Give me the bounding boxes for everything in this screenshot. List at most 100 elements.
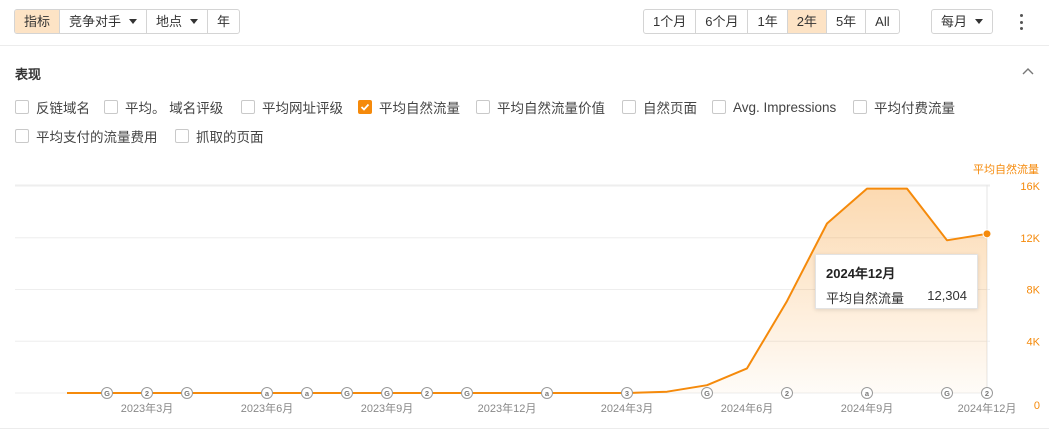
more-vertical-icon[interactable] — [1014, 12, 1028, 32]
event-marker[interactable]: a — [301, 387, 313, 399]
range-button-4[interactable]: 5年 — [825, 10, 865, 33]
event-marker[interactable]: a — [261, 387, 273, 399]
event-marker[interactable]: a — [541, 387, 553, 399]
event-marker[interactable]: 2 — [421, 387, 433, 399]
checkbox-icon[interactable] — [104, 100, 118, 114]
metric-option[interactable]: 平均自然流量 — [358, 98, 460, 116]
metric-label: 平均支付的流量费用 — [36, 130, 158, 145]
toolbar: 指标 竞争对手 地点 年 1个月 6个月 1年 2年 5年 All 每月 — [0, 0, 1049, 46]
event-marker[interactable]: 2 — [781, 387, 793, 399]
y-tick-label: 12K — [1020, 233, 1040, 245]
filter-button-1[interactable]: 竞争对手 — [59, 10, 146, 33]
event-marker-label: 2 — [785, 389, 789, 398]
event-marker[interactable]: G — [941, 387, 953, 399]
x-tick-label: 2024年9月 — [841, 401, 894, 415]
event-marker[interactable]: G — [181, 387, 193, 399]
event-marker-label: G — [944, 389, 950, 398]
y-axis-title: 平均自然流量 — [973, 162, 1039, 176]
checkbox-icon[interactable] — [15, 100, 29, 114]
filter-button-2[interactable]: 地点 — [146, 10, 207, 33]
metric-option[interactable]: 平均付费流量 — [853, 98, 955, 116]
checkbox-checked-icon[interactable] — [358, 100, 372, 114]
event-marker-label: 2 — [145, 389, 149, 398]
metric-label: 平均自然流量价值 — [497, 101, 605, 116]
range-button-3[interactable]: 2年 — [786, 10, 826, 33]
metric-label: 反链域名 — [36, 101, 90, 116]
x-tick-label: 2023年9月 — [361, 401, 414, 415]
range-button-1[interactable]: 6个月 — [695, 10, 747, 33]
event-marker-label: G — [104, 389, 110, 398]
range-button-0[interactable]: 1个月 — [644, 10, 695, 33]
range-button-5[interactable]: All — [865, 10, 898, 33]
event-marker-label: 2 — [985, 389, 989, 398]
filter-group: 指标 竞争对手 地点 年 — [14, 9, 241, 34]
checkbox-icon[interactable] — [853, 100, 867, 114]
tooltip-value: 12,304 — [927, 288, 967, 303]
metric-option[interactable]: 平均自然流量价值 — [476, 98, 605, 116]
range-button-label: 2年 — [796, 14, 817, 29]
x-tick-label: 2023年12月 — [478, 401, 537, 415]
checkbox-icon[interactable] — [175, 129, 189, 143]
tooltip-metric: 平均自然流量 — [826, 291, 905, 306]
section-title: 表现 — [15, 67, 42, 82]
metric-option[interactable]: 平均支付的流量费用 — [15, 127, 158, 145]
interval-select[interactable]: 每月 — [931, 9, 994, 34]
filter-button-label: 指标 — [24, 14, 51, 29]
x-tick-label: 2023年6月 — [241, 401, 294, 415]
metric-option[interactable]: 平均网址评级 — [241, 98, 343, 116]
event-marker[interactable]: 2 — [981, 387, 993, 399]
checkbox-icon[interactable] — [622, 100, 636, 114]
metric-label: 平均付费流量 — [874, 101, 955, 116]
event-marker[interactable]: G — [101, 387, 113, 399]
event-marker[interactable]: a — [861, 387, 873, 399]
interval-button[interactable]: 每月 — [932, 10, 992, 33]
checkbox-icon[interactable] — [712, 100, 726, 114]
event-marker-label: G — [344, 389, 350, 398]
event-marker-label: G — [704, 389, 710, 398]
range-button-label: 1年 — [757, 14, 778, 29]
metric-option[interactable]: 抓取的页面 — [175, 127, 264, 145]
data-point-highlight — [982, 229, 992, 239]
y-tick-label: 0 — [1034, 400, 1040, 412]
event-marker[interactable]: G — [701, 387, 713, 399]
event-marker[interactable]: G — [381, 387, 393, 399]
x-tick-label: 2024年12月 — [958, 401, 1017, 415]
checkbox-icon[interactable] — [15, 129, 29, 143]
filter-button-3[interactable]: 年 — [207, 10, 239, 33]
checkbox-icon[interactable] — [241, 100, 255, 114]
checkbox-icon[interactable] — [476, 100, 490, 114]
metric-option[interactable]: 反链域名 — [15, 98, 90, 116]
caret-down-icon — [190, 19, 199, 24]
event-marker-label: 2 — [425, 389, 429, 398]
event-marker[interactable]: G — [461, 387, 473, 399]
y-tick-label: 4K — [1027, 336, 1041, 348]
metric-label: 平均。 域名评级 — [125, 101, 224, 116]
tooltip-title: 2024年12月 — [826, 266, 896, 281]
x-tick-label: 2024年3月 — [601, 401, 654, 415]
event-marker[interactable]: G — [341, 387, 353, 399]
filter-button-label: 竞争对手 — [69, 14, 122, 29]
x-tick-label: 2024年6月 — [721, 401, 774, 415]
metric-label: 抓取的页面 — [196, 130, 264, 145]
metric-option[interactable]: 平均。 域名评级 — [104, 98, 223, 116]
caret-down-icon — [975, 19, 984, 24]
event-marker[interactable]: 2 — [141, 387, 153, 399]
range-button-label: 6个月 — [705, 14, 739, 29]
metric-option[interactable]: 自然页面 — [622, 98, 697, 116]
filter-button-0[interactable]: 指标 — [15, 10, 60, 33]
event-marker-label: 3 — [625, 389, 629, 398]
caret-down-icon — [129, 19, 138, 24]
event-marker-label: G — [384, 389, 390, 398]
chart-tooltip: 2024年12月 平均自然流量 12,304 — [815, 254, 978, 309]
y-tick-label: 16K — [1020, 181, 1040, 193]
event-marker[interactable]: 3 — [621, 387, 633, 399]
metric-option[interactable]: Avg. Impressions — [712, 98, 836, 116]
event-marker-label: G — [464, 389, 470, 398]
range-button-2[interactable]: 1年 — [747, 10, 786, 33]
y-tick-label: 8K — [1027, 285, 1041, 297]
interval-label: 每月 — [941, 14, 968, 29]
chevron-up-icon[interactable] — [1022, 66, 1034, 76]
range-button-label: 1个月 — [653, 14, 687, 29]
range-selector: 1个月 6个月 1年 2年 5年 All — [643, 9, 900, 34]
metric-label: 自然页面 — [643, 101, 697, 116]
